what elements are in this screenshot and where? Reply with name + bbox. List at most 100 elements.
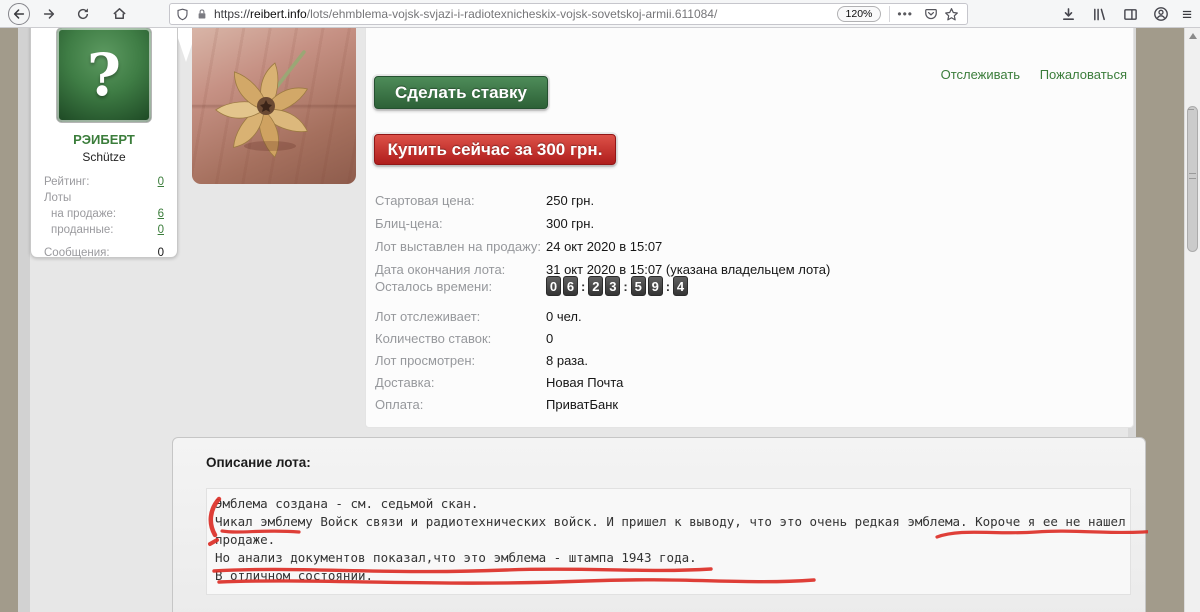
emblem-shadow — [244, 141, 296, 151]
buy-now-button[interactable]: Купить сейчас за 300 грн. — [374, 134, 616, 165]
messages-value: 0 — [157, 247, 164, 259]
timer-digit: 6 — [563, 276, 578, 296]
page-gutter-left — [18, 28, 30, 612]
home-button[interactable] — [106, 1, 132, 27]
stat-row-messages: Сообщения: 0 — [44, 245, 164, 261]
seller-rank: Schütze — [82, 150, 126, 164]
url-path: /lots/ehmblema-vojsk-svjazi-i-radiotexni… — [306, 7, 718, 21]
timer-digit: 5 — [630, 276, 646, 296]
emblem-illustration — [215, 50, 309, 158]
url-text: https://reibert.info/lots/ehmblema-vojsk… — [214, 7, 837, 21]
timer-colon: : — [581, 278, 586, 294]
description-line: Эмблема создана - см. седьмой скан. — [215, 496, 479, 511]
report-link[interactable]: Пожаловаться — [1040, 67, 1127, 82]
place-bid-button[interactable]: Сделать ставку — [374, 76, 548, 109]
detail-row-bid-count: Количество ставок: 0 — [375, 328, 553, 350]
detail-value: 250 грн. — [546, 193, 595, 208]
stat-label: проданные: — [51, 224, 114, 236]
timer-digit: 2 — [588, 276, 604, 296]
url-scheme: https:// — [214, 7, 251, 21]
detail-row-start-price: Стартовая цена: 250 грн. — [375, 189, 594, 212]
urlbar-separator — [889, 6, 891, 22]
detail-row-payment: Оплата: ПриватБанк — [375, 394, 618, 416]
tracking-shield-icon — [177, 8, 188, 20]
timer-colon: : — [623, 278, 628, 294]
sidebar-panes-icon[interactable] — [1120, 4, 1140, 24]
downloads-icon[interactable] — [1058, 4, 1078, 24]
page-scrollbar[interactable] — [1184, 28, 1200, 612]
rating-value-link[interactable]: 0 — [158, 174, 164, 190]
stat-label: на продаже: — [51, 208, 117, 220]
detail-value: 8 раза. — [546, 353, 588, 368]
seller-username[interactable]: РЭИБЕРТ — [31, 132, 177, 147]
forward-arrow-icon — [43, 8, 55, 19]
zoom-level-badge[interactable]: 120% — [836, 6, 882, 22]
detail-row-listed-date: Лот выставлен на продажу: 24 окт 2020 в 1… — [375, 235, 662, 258]
detail-label: Лот отслеживает: — [375, 309, 481, 324]
reload-icon — [77, 7, 89, 19]
library-icon[interactable] — [1089, 4, 1109, 24]
reload-button[interactable] — [70, 1, 96, 27]
countdown-timer-row: Осталось времени: 0 6 : 2 3 : 5 9 : 4 — [375, 274, 690, 298]
seller-card: ? РЭИБЕРТ Schütze Рейтинг: 0 Лоты на про… — [30, 28, 178, 261]
detail-value: 24 окт 2020 в 15:07 — [546, 239, 663, 254]
detail-row-views: Лот просмотрен: 8 раза. — [375, 350, 588, 372]
home-icon — [112, 8, 126, 19]
detail-value: ПриватБанк — [546, 397, 619, 412]
stat-label: Рейтинг: — [44, 176, 90, 188]
detail-row-blitz-price: Блиц-цена: 300 грн. — [375, 212, 594, 235]
detail-label: Блиц-цена: — [375, 216, 443, 231]
back-button[interactable] — [8, 2, 30, 25]
detail-value: 300 грн. — [546, 216, 595, 231]
toolbar-right-icons: ≡ — [1058, 0, 1192, 28]
detail-value: Новая Почта — [546, 375, 624, 390]
page-content: ? РЭИБЕРТ Schütze Рейтинг: 0 Лоты на про… — [0, 28, 1200, 612]
lock-icon — [198, 9, 206, 19]
detail-row-watchers: Лот отслеживает: 0 чел. — [375, 306, 582, 328]
sold-value-link[interactable]: 0 — [158, 222, 164, 238]
stat-row-on-sale: на продаже: 6 — [44, 206, 164, 222]
page-actions-icon[interactable]: ••• — [897, 7, 913, 21]
description-line: В отличном состоянии. — [215, 568, 374, 583]
lot-description-section: Описание лота: Эмблема создана - см. сед… — [172, 437, 1148, 612]
pocket-icon[interactable] — [921, 4, 941, 24]
lot-photo-thumbnail[interactable] — [192, 28, 356, 184]
timer-colon: : — [665, 278, 671, 294]
camouflage-background-left — [0, 28, 18, 612]
stat-row-lots: Лоты — [44, 190, 164, 206]
timer-digit: 0 — [546, 276, 561, 296]
url-bar[interactable]: https://reibert.info/lots/ehmblema-vojsk… — [169, 3, 968, 25]
time-left-label: Осталось времени: — [375, 278, 493, 294]
detail-label: Лот выставлен на продажу: — [375, 239, 542, 254]
seller-avatar[interactable]: ? — [56, 28, 152, 123]
scrollbar-thumb[interactable] — [1187, 106, 1198, 252]
back-arrow-icon — [13, 8, 25, 19]
detail-label: Стартовая цена: — [375, 193, 475, 208]
bookmark-star-icon[interactable] — [941, 4, 961, 24]
stat-label: Сообщения: — [44, 247, 110, 259]
watch-link[interactable]: Отслеживать — [941, 67, 1020, 82]
stat-row-rating: Рейтинг: 0 — [44, 174, 164, 190]
menu-hamburger-icon[interactable]: ≡ — [1182, 6, 1192, 23]
detail-value: 0 — [546, 331, 554, 346]
description-line: Но анализ документов показал,что это эмб… — [215, 550, 697, 565]
url-domain: reibert.info — [250, 7, 307, 21]
timer-digit: 4 — [673, 276, 689, 296]
scrollbar-grip — [1189, 173, 1196, 179]
on-sale-value-link[interactable]: 6 — [158, 206, 164, 222]
forward-button[interactable] — [36, 1, 62, 27]
detail-value: 0 чел. — [546, 309, 582, 324]
description-heading: Описание лота: — [206, 455, 311, 470]
browser-toolbar: https://reibert.info/lots/ehmblema-vojsk… — [0, 0, 1200, 28]
stat-label: Лоты — [44, 192, 72, 204]
avatar-question-glyph: ? — [87, 41, 121, 109]
lot-info-panel: Отслеживать Пожаловаться Сделать ставку … — [365, 28, 1134, 428]
timer-digit: 9 — [647, 276, 663, 296]
description-line: продаже. — [215, 532, 276, 547]
seller-stats: Рейтинг: 0 Лоты на продаже: 6 проданные:… — [44, 174, 164, 261]
description-line: Чикал эмблему Войск связи и радиотехниче… — [215, 514, 1131, 529]
scrollbar-up-arrow[interactable] — [1189, 33, 1197, 39]
detail-label: Лот просмотрен: — [375, 353, 476, 368]
account-icon[interactable] — [1151, 4, 1171, 24]
detail-row-delivery: Доставка: Новая Почта — [375, 372, 623, 394]
